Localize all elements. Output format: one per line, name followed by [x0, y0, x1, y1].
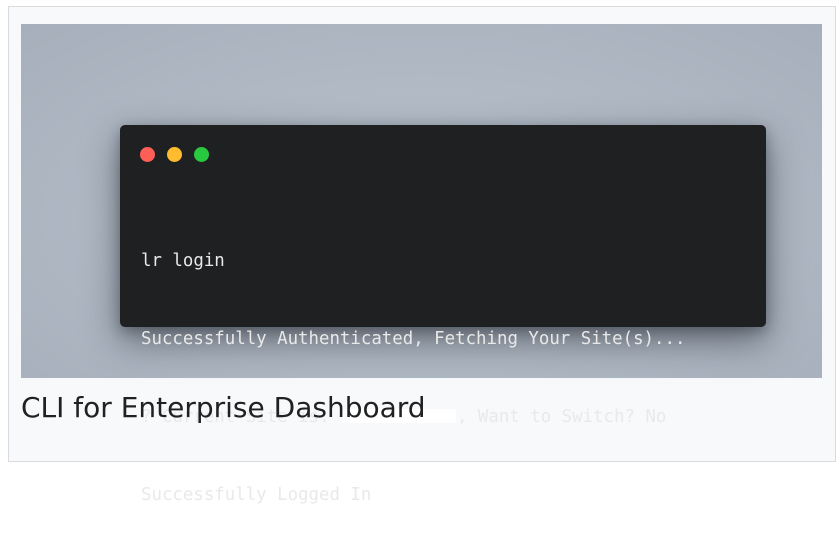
maximize-window-icon[interactable]	[194, 147, 209, 162]
command-line: lr login	[141, 251, 225, 271]
screenshot-image: lr login Successfully Authenticated, Fet…	[21, 24, 822, 505]
login-result-line: Successfully Logged In	[141, 485, 372, 505]
terminal-window: lr login Successfully Authenticated, Fet…	[120, 125, 766, 505]
auth-status-line: Successfully Authenticated, Fetching You…	[141, 329, 686, 349]
terminal-output: lr login Successfully Authenticated, Fet…	[141, 196, 685, 560]
minimize-window-icon[interactable]	[167, 147, 182, 162]
figure-caption: CLI for Enterprise Dashboard	[21, 391, 426, 424]
current-site-suffix: , Want to Switch? No	[456, 407, 667, 427]
close-window-icon[interactable]	[140, 147, 155, 162]
